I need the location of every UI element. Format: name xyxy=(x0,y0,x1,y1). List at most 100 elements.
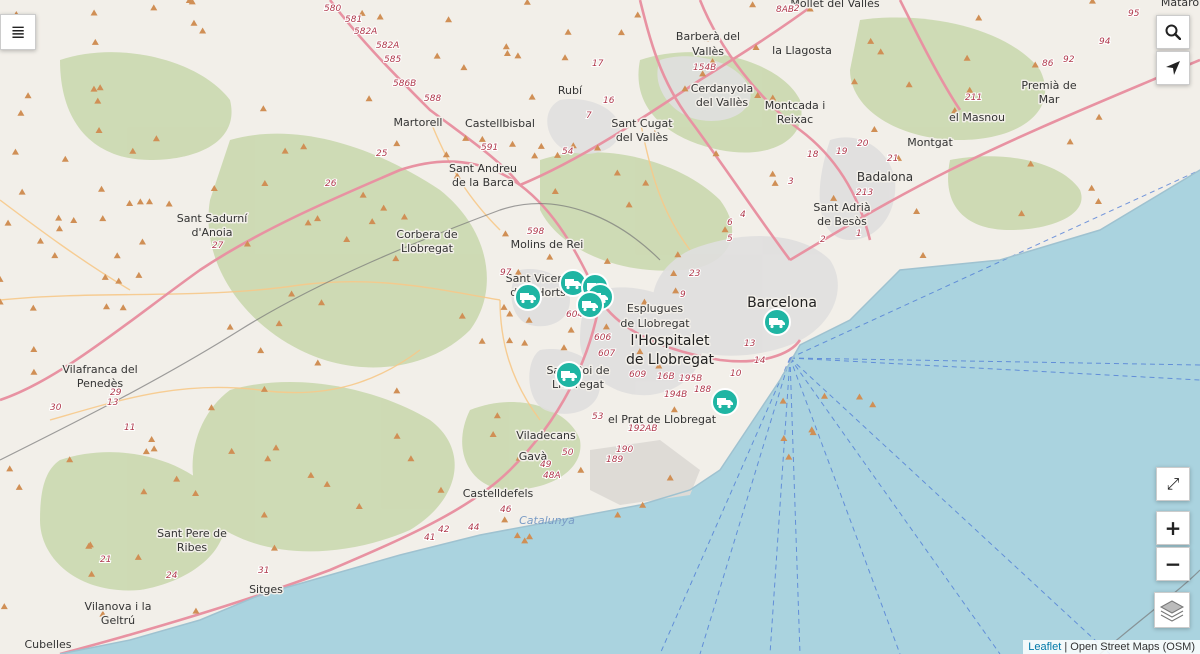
place-label: Sitges xyxy=(249,583,283,596)
place-label: d'Anoia xyxy=(191,226,232,239)
place-label: Rubí xyxy=(558,84,583,97)
road-number-label: 195B xyxy=(679,374,702,384)
road-number-label: 97 xyxy=(500,268,512,278)
road-number-label: 13 xyxy=(744,339,756,349)
zoom-in-button[interactable]: + xyxy=(1156,511,1190,545)
road-number-label: 48A xyxy=(543,471,561,481)
road-number-label: 21 xyxy=(887,154,898,164)
place-label: Llobregat xyxy=(401,242,454,255)
road-number-label: 13 xyxy=(107,398,119,408)
place-label: Reixac xyxy=(777,113,813,126)
fullscreen-icon: ⤢ xyxy=(1166,474,1180,493)
road-number-label: 16 xyxy=(603,96,615,106)
place-label: el Masnou xyxy=(949,111,1005,124)
layers-icon xyxy=(1159,600,1185,622)
road-number-label: 29 xyxy=(110,388,122,398)
road-number-label: 2 xyxy=(820,235,826,245)
road-number-label: 54 xyxy=(562,147,574,157)
place-label: de Llobregat xyxy=(620,317,690,330)
road-number-label: 154B xyxy=(693,63,716,73)
road-number-label: 94 xyxy=(1099,37,1111,47)
road-number-label: 86 xyxy=(1042,59,1054,69)
map-canvas[interactable]: Barcelona l'Hospitalet de Llobregat Badalon… xyxy=(0,0,1200,654)
road-number-label: 18 xyxy=(807,150,819,160)
road-number-label: 26 xyxy=(325,179,337,189)
place-label: Vilafranca del xyxy=(62,363,137,376)
road-number-label: 23 xyxy=(689,269,701,279)
road-number-label: 21 xyxy=(100,555,111,565)
road-number-label: 30 xyxy=(50,403,62,413)
peak-icon xyxy=(780,434,788,441)
place-label: Cubelles xyxy=(24,638,71,651)
place-label: Vilanova i la xyxy=(85,600,152,613)
road-number-label: 591 xyxy=(481,143,498,153)
place-label: la Llagosta xyxy=(772,44,832,57)
truck-marker[interactable] xyxy=(555,361,583,389)
place-label: del Vallès xyxy=(696,96,749,109)
road-number-label: 588 xyxy=(424,94,441,104)
place-label: de Besòs xyxy=(817,215,867,228)
place-label: Geltrú xyxy=(101,614,135,627)
peak-icon xyxy=(526,533,534,540)
road-number-label: 19 xyxy=(836,147,848,157)
road-number-label: 42 xyxy=(438,525,450,535)
attribution-separator: | xyxy=(1061,641,1071,653)
road-number-label: 7 xyxy=(586,111,592,121)
road-number-label: 41 xyxy=(424,533,435,543)
place-label: Barcelona xyxy=(747,295,817,311)
truck-marker[interactable] xyxy=(576,291,604,319)
road-number-label: 606 xyxy=(594,333,611,343)
peak-icon xyxy=(779,397,787,404)
osm-attribution: Open Street Maps (OSM) xyxy=(1070,641,1195,653)
road-number-label: 11 xyxy=(124,423,135,433)
leaflet-link[interactable]: Leaflet xyxy=(1028,641,1061,653)
place-label: Castelldefels xyxy=(463,487,534,500)
road-number-label: 27 xyxy=(212,241,224,251)
road-number-label: 189 xyxy=(606,455,623,465)
road-number-label: 580 xyxy=(324,4,341,14)
menu-icon: ≣ xyxy=(10,21,26,43)
place-label: Badalona xyxy=(857,170,913,184)
place-label: Sant Adrià xyxy=(813,201,870,214)
truck-marker[interactable] xyxy=(514,283,542,311)
menu-button[interactable]: ≣ xyxy=(0,14,36,50)
truck-marker[interactable] xyxy=(711,388,739,416)
place-label: el Prat de Llobregat xyxy=(608,413,717,426)
road-number-label: 582A xyxy=(376,41,399,51)
peak-icon xyxy=(855,393,863,400)
road-number-label: 92 xyxy=(1063,55,1075,65)
road-number-label: 24 xyxy=(166,571,178,581)
place-label: Ribes xyxy=(177,541,207,554)
zoom-out-icon: − xyxy=(1164,552,1182,576)
fullscreen-button[interactable]: ⤢ xyxy=(1156,467,1190,501)
locate-button[interactable] xyxy=(1156,51,1190,85)
road-number-label: 582A xyxy=(354,27,377,37)
road-number-label: 8AB xyxy=(776,5,794,15)
road-number-label: 607 xyxy=(598,349,615,359)
road-number-label: 1 xyxy=(856,229,862,239)
search-button[interactable] xyxy=(1156,15,1190,49)
road-number-label: 20 xyxy=(857,139,869,149)
road-number-label: 49 xyxy=(540,460,552,470)
road-number-label: 190 xyxy=(616,445,633,455)
place-label: Vallès xyxy=(692,45,724,58)
road-number-label: 14 xyxy=(754,356,766,366)
road-number-label: 194B xyxy=(664,390,687,400)
road-number-label: 5 xyxy=(727,234,733,244)
road-number-label: 213 xyxy=(856,188,873,198)
zoom-in-icon: + xyxy=(1164,516,1182,540)
peak-icon xyxy=(513,532,521,539)
road-number-label: 9 xyxy=(680,290,686,300)
place-label: Cerdanyola xyxy=(691,82,754,95)
place-label: Montcada i xyxy=(765,99,826,112)
road-number-label: 31 xyxy=(258,566,269,576)
road-number-label: 46 xyxy=(500,505,512,515)
zoom-out-button[interactable]: − xyxy=(1156,547,1190,581)
road-number-label: 95 xyxy=(1128,9,1140,19)
road-number-label: 44 xyxy=(468,523,480,533)
peak-icon xyxy=(614,511,622,518)
road-number-label: 609 xyxy=(629,370,646,380)
truck-marker[interactable] xyxy=(763,308,791,336)
place-label: l'Hospitalet xyxy=(631,333,710,349)
layers-button[interactable] xyxy=(1154,592,1190,628)
